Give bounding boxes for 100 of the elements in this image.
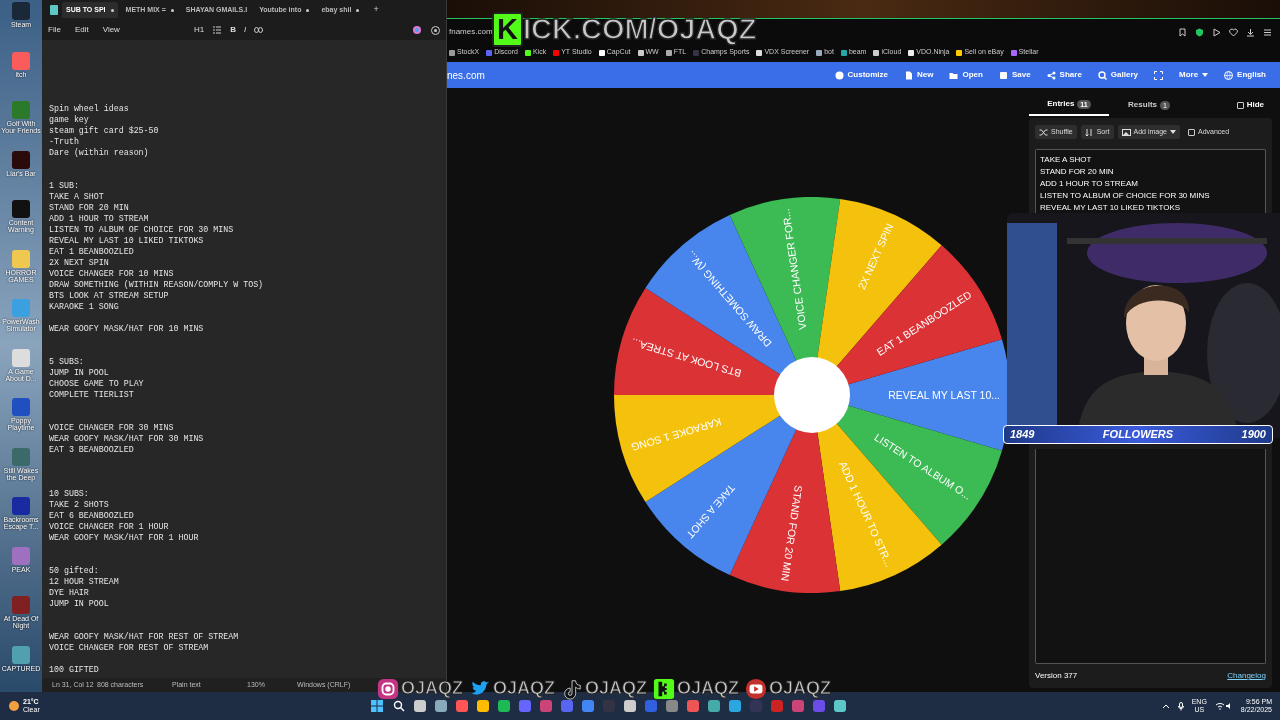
caret-icon [1202,73,1209,77]
bookmark-icon [637,49,644,56]
app-icon[interactable] [12,150,30,169]
bookmark-icon [553,49,560,56]
italic-button[interactable]: I [243,24,247,36]
app-icon[interactable] [686,700,699,712]
entry-line: REVEAL MY LAST 10 LIKED TIKTOKS [1040,202,1182,214]
toolbar-button[interactable]: Gallery [1097,69,1138,81]
shield-icon[interactable] [1195,27,1204,37]
checkbox[interactable]: Hide [1236,99,1264,111]
app-icon[interactable] [623,700,636,712]
menu-item[interactable]: File [48,24,61,36]
link-icon[interactable] [254,27,264,33]
app-icon[interactable] [476,700,489,712]
wheel-hub[interactable] [774,357,850,433]
social-handle: OJAQZ [585,677,648,700]
follower-count: 1849 [1010,427,1035,443]
network-volume-icon[interactable] [1214,702,1233,710]
toolbar-button[interactable]: Open [949,69,983,81]
address-text[interactable]: fnames.com [447,26,493,38]
segment-label: VOICE CHANGER FOR... [779,208,809,331]
app-icon[interactable] [581,700,594,712]
menu-icon[interactable] [1263,27,1272,37]
bookmark-icon [816,49,823,56]
goal-target: 1900 [1241,427,1266,443]
palette-icon [834,70,844,80]
list-icon[interactable] [212,26,223,34]
app-icon[interactable] [728,700,741,712]
app-icon[interactable] [665,700,678,712]
bookmark-icon [665,49,672,56]
bookmark-icon [449,49,455,56]
social-handle: OJAQZ [493,677,556,700]
social-handle: OJAQZ [769,677,832,700]
notepad-icon [50,5,58,15]
search-icon[interactable] [392,700,405,712]
site-name[interactable]: nes.com [447,67,485,83]
social-handle: OJAQZ [677,677,740,700]
sort-icon [1084,127,1094,137]
goal-label: FOLLOWERS [1102,427,1174,443]
weather-icon [8,700,20,712]
bookmark-icon [840,49,847,56]
fullscreen-icon[interactable] [1154,70,1163,80]
image-icon [1121,127,1131,137]
globe-icon [1224,70,1234,80]
kick-logo: K [492,12,523,47]
app-icon[interactable] [434,700,447,712]
bookmark-icon [598,49,605,56]
play-icon[interactable] [1212,27,1221,37]
bookmark-icon[interactable] [1178,27,1187,37]
play-icon [745,677,768,700]
bookmark-icon [486,49,493,56]
heading-dropdown[interactable]: H1 [193,24,205,36]
settings-icon[interactable] [431,25,440,35]
microphone-icon[interactable] [1177,701,1184,711]
save-icon [998,70,1008,80]
toolbar-button[interactable]: Share [1046,69,1082,81]
app-icon[interactable] [455,700,468,712]
new-tab-button[interactable]: + [373,3,379,17]
share-icon [1046,70,1056,80]
search-icon [1097,70,1107,80]
note-text: Spin wheel ideas game key steam gift card $25-50 -Truth Dare (within reason) 1 SUB: TAKE A SHOT STAND FOR 20 MIN ADD 1 HOUR TO STREAM LISTEN TO ALBUM OF CHOICE FOR 30 MINS REVEAL MY LAST 10 LIKED TIKTOKS EAT 1 BEANBOOZLED 2X NEXT SPIN VOICE CHANGER FOR 10 MINS DRAW SOMETHING (WITHIN REASON/COMPLY W TOS) BTS LOOK AT STREAM SETUP KARAOKE 1 SONG WEAR GOOFY MASK/HAT FOR 10 MINS 5 SUBS: JUMP IN POOL CHOOSE GAME TO PLAY COMPLETE TIERLIST VOICE CHANGER FOR 30 MINS WEAR GOOFY MASK/HAT FOR 30 MINS EAT 3 BEANBOOZLED 10 SUBS: TAKE 2 SHOTS EAT 6 BEANBOOZLED VOICE CHANGER FOR 1 HOUR WEAR GOOFY MASK/HAT FOR 1 HOUR 50 gifted: 12 HOUR STREAM DYE HAIR JUMP IN POOL WEAR GOOFY MASK/HAT FOR REST OF STREAM VOICE CHANGER FOR REST OF STREAM 100 GIFTED [49,103,265,675]
app-icon[interactable] [413,700,426,712]
segment-label: REVEAL MY LAST 10... [888,389,1000,401]
bookmark-icon [1010,49,1017,56]
language-button[interactable]: English [1224,69,1266,81]
social-handle: OJAQZ [401,677,463,700]
version-label: Version 377 [1035,670,1078,682]
stream-url: ICK.COM/OJAQZ [522,14,757,45]
start-icon[interactable] [369,699,384,713]
entry-line: TAKE A SHOT [1040,154,1093,166]
bold-button[interactable]: B [230,24,236,36]
menu-item[interactable]: View [102,24,120,36]
bookmark-icon [524,49,531,56]
bookmark-icon [956,49,963,56]
bookmark-icon [908,49,915,56]
entry-line: STAND FOR 20 MIN [1040,166,1115,178]
shuffle-icon [1039,127,1048,137]
download-icon[interactable] [1246,27,1255,37]
entry-line: ADD 1 HOUR TO STREAM [1040,178,1139,190]
segment-label: STAND FOR 20 MIN [779,484,805,582]
toolbar-button[interactable]: Customize [834,69,888,81]
copilot-icon[interactable] [413,26,421,34]
entry-line: LISTEN TO ALBUM OF CHOICE FOR 30 MINS [1040,190,1211,202]
heart-icon[interactable] [1229,27,1238,37]
bookmark-icon [693,49,700,56]
menu-item[interactable]: Edit [74,24,89,36]
bookmark-icon [756,49,763,56]
bookmark-icon [873,49,880,56]
toolbar-button[interactable]: New [904,69,934,81]
toolbar-button[interactable]: Save [998,69,1031,81]
app-icon[interactable] [497,700,510,712]
file-icon [904,70,913,80]
folder-icon [949,70,959,80]
more-button[interactable]: More [1179,69,1209,81]
chevron-up-icon[interactable] [1161,703,1170,709]
app-icon[interactable] [833,700,846,712]
changelog-link[interactable]: Changelog [1227,670,1266,682]
segment-label: 2X NEXT SPIN [855,221,896,292]
app-icon[interactable] [707,700,720,712]
caret-icon [1170,130,1176,134]
